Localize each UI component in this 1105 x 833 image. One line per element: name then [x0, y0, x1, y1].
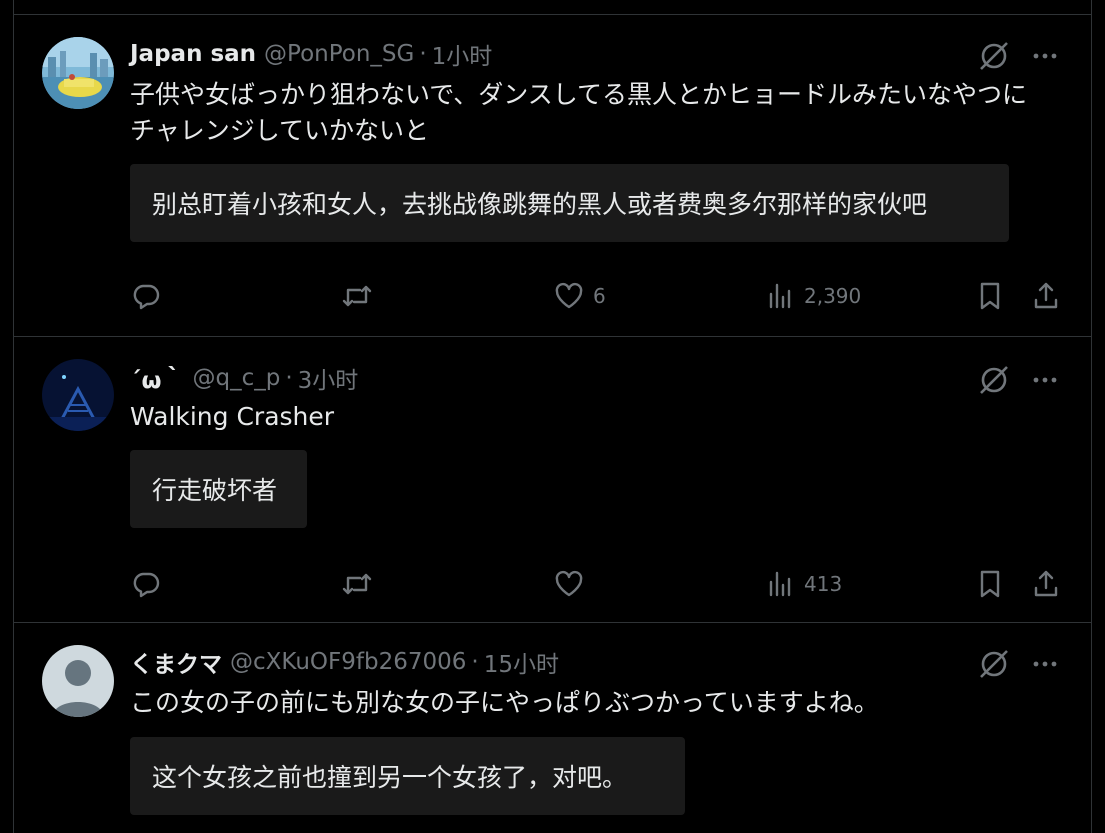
translation-text: 这个女孩之前也撞到另一个女孩了，对吧。 [152, 763, 628, 792]
avatar-image [42, 359, 114, 431]
avatar-image [42, 37, 114, 109]
separator: · [471, 649, 479, 675]
reply-button[interactable] [130, 567, 162, 601]
header-actions [977, 39, 1059, 73]
bookmark-icon [980, 282, 1000, 310]
bookmark-button[interactable] [975, 567, 1005, 601]
display-name[interactable]: くまクマ [130, 645, 222, 679]
avatar[interactable] [42, 37, 114, 109]
share-button[interactable] [1031, 279, 1061, 313]
retweet-icon [342, 573, 372, 595]
post-actions: 413 [130, 567, 1061, 601]
user-handle[interactable]: @PonPon_SG [264, 41, 414, 67]
retweet-icon [342, 285, 372, 307]
post[interactable]: Japan san @PonPon_SG · 1小时 子供や女ばっかり狙わないで… [14, 14, 1091, 336]
translation-box: 别总盯着小孩和女人，去挑战像跳舞的黑人或者费奥多尔那样的家伙吧 [130, 164, 1009, 242]
avatar[interactable] [42, 645, 114, 717]
post[interactable]: くまクマ @cXKuOF9fb267006 · 15小时 この女の子の前にも別な… [14, 622, 1091, 833]
separator: · [419, 41, 427, 67]
translation-text: 别总盯着小孩和女人，去挑战像跳舞的黑人或者费奥多尔那样的家伙吧 [152, 190, 928, 219]
display-name[interactable]: ´ω｀ [130, 361, 185, 395]
timestamp[interactable]: 15小时 [484, 645, 559, 679]
views-icon [769, 283, 791, 309]
more-icon[interactable] [1031, 42, 1059, 70]
grok-icon[interactable] [977, 39, 1011, 73]
like-button[interactable] [553, 567, 593, 601]
post-header: くまクマ @cXKuOF9fb267006 · 15小时 [130, 645, 559, 679]
share-button[interactable] [1031, 567, 1061, 601]
header-actions [977, 363, 1059, 397]
post-actions: 6 2,390 [130, 279, 1061, 313]
views-icon [769, 571, 791, 597]
post-text: 子供や女ばっかり狙わないで、ダンスしてる黒人とかヒョードルみたいなやつにチャレン… [130, 80, 1028, 145]
views-button[interactable]: 2,390 [766, 279, 861, 313]
heart-icon [555, 282, 583, 309]
post-text: Walking Crasher [130, 402, 335, 431]
default-avatar-icon [42, 645, 114, 717]
translation-text: 行走破坏者 [152, 476, 278, 505]
timeline: Japan san @PonPon_SG · 1小时 子供や女ばっかり狙わないで… [13, 0, 1092, 833]
header-actions [977, 647, 1059, 681]
translation-box: 行走破坏者 [130, 450, 307, 528]
reply-icon [133, 284, 160, 310]
like-button[interactable]: 6 [553, 279, 606, 313]
retweet-button[interactable] [340, 279, 374, 313]
user-handle[interactable]: @q_c_p [193, 365, 281, 391]
share-icon [1034, 282, 1058, 309]
views-count: 2,390 [804, 284, 862, 308]
post-header: Japan san @PonPon_SG · 1小时 [130, 37, 492, 71]
bookmark-icon [980, 570, 1000, 598]
views-count: 413 [804, 572, 843, 596]
more-icon[interactable] [1031, 366, 1059, 394]
reply-button[interactable] [130, 279, 162, 313]
views-button[interactable]: 413 [766, 567, 842, 601]
post[interactable]: ´ω｀ @q_c_p · 3小时 Walking Crasher 行走破坏者 4… [14, 336, 1091, 622]
timestamp[interactable]: 3小时 [298, 361, 359, 395]
timestamp[interactable]: 1小时 [432, 37, 493, 71]
bookmark-button[interactable] [975, 279, 1005, 313]
grok-icon[interactable] [977, 647, 1011, 681]
like-count: 6 [593, 284, 606, 308]
post-header: ´ω｀ @q_c_p · 3小时 [130, 361, 358, 395]
translation-box: 这个女孩之前也撞到另一个女孩了，对吧。 [130, 737, 685, 815]
heart-icon [555, 570, 583, 597]
grok-icon[interactable] [977, 363, 1011, 397]
share-icon [1034, 570, 1058, 597]
display-name[interactable]: Japan san [130, 41, 256, 67]
more-icon[interactable] [1031, 650, 1059, 678]
separator: · [285, 365, 293, 391]
avatar[interactable] [42, 359, 114, 431]
user-handle[interactable]: @cXKuOF9fb267006 [230, 649, 466, 675]
post-text: この女の子の前にも別な女の子にやっぱりぶつかっていますよね。 [130, 688, 879, 717]
reply-icon [133, 572, 160, 598]
retweet-button[interactable] [340, 567, 374, 601]
